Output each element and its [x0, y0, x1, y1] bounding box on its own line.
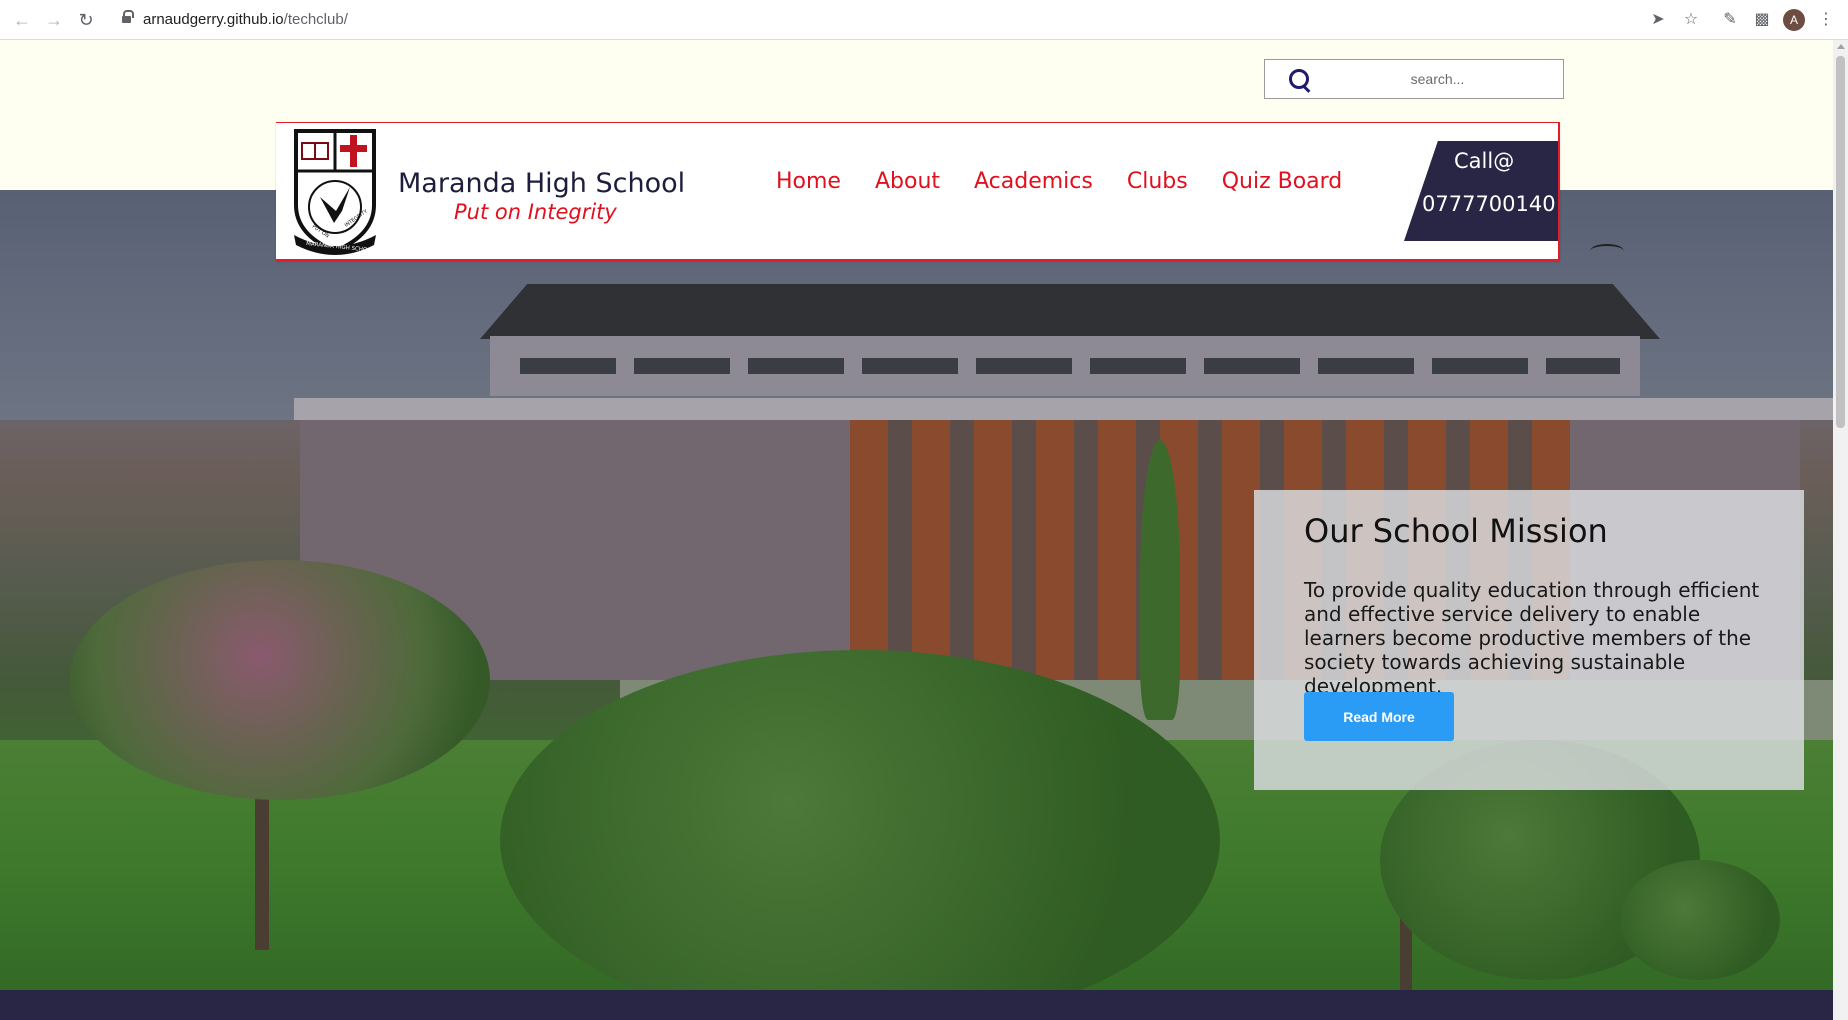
main-nav: Home About Academics Clubs Quiz Board	[776, 169, 1376, 194]
footer-band	[0, 990, 1848, 1020]
nav-quiz-board[interactable]: Quiz Board	[1222, 169, 1343, 194]
bush	[500, 650, 1220, 1020]
mission-text: To provide quality education through eff…	[1304, 578, 1760, 698]
address-bar[interactable]: arnaudgerry.github.io/techclub/	[143, 11, 348, 28]
page-scrollbar[interactable]	[1833, 40, 1848, 1020]
nav-clubs[interactable]: Clubs	[1127, 169, 1188, 194]
building-roof	[480, 284, 1660, 339]
call-phone-number[interactable]: 0777700140	[1422, 192, 1556, 216]
school-name: Maranda High School	[398, 168, 686, 199]
extension-edit-icon[interactable]: ✎	[1720, 10, 1740, 30]
scroll-up-arrow-icon[interactable]	[1837, 44, 1845, 49]
search-box[interactable]	[1264, 59, 1564, 99]
avatar[interactable]: A	[1783, 9, 1805, 31]
flowering-tree	[70, 560, 490, 800]
browser-toolbar: ← → ↻ arnaudgerry.github.io/techclub/ ➤ …	[0, 0, 1848, 40]
read-more-button[interactable]: Read More	[1304, 692, 1454, 741]
scrollbar-thumb[interactable]	[1836, 56, 1845, 428]
building-slab	[294, 398, 1848, 420]
nav-academics[interactable]: Academics	[974, 169, 1093, 194]
mission-card: Our School Mission To provide quality ed…	[1254, 490, 1804, 790]
lock-icon[interactable]	[122, 10, 134, 25]
search-input[interactable]	[1325, 65, 1550, 93]
send-icon[interactable]: ➤	[1648, 10, 1668, 30]
bird-silhouette	[1590, 244, 1624, 258]
nav-home[interactable]: Home	[776, 169, 841, 194]
bush	[1620, 860, 1780, 980]
site-header: PUT ON INTEGRITY MARANDA HIGH SCHOOL Mar…	[276, 122, 1560, 261]
search-icon[interactable]	[1289, 69, 1311, 91]
school-crest-logo[interactable]: PUT ON INTEGRITY MARANDA HIGH SCHOOL	[290, 127, 380, 257]
kebab-menu-icon[interactable]: ⋮	[1816, 10, 1836, 30]
url-host: arnaudgerry.github.io	[143, 11, 284, 28]
nav-about[interactable]: About	[875, 169, 940, 194]
school-motto: Put on Integrity	[454, 200, 617, 224]
call-label: Call@	[1454, 149, 1515, 173]
reload-icon[interactable]: ↻	[76, 10, 96, 30]
poplar-tree	[1140, 440, 1180, 720]
puzzle-icon[interactable]: ▩	[1752, 10, 1772, 30]
mission-title: Our School Mission	[1304, 512, 1608, 550]
forward-arrow-icon[interactable]: →	[44, 10, 64, 30]
url-path: /techclub/	[283, 11, 348, 28]
building-windows	[520, 358, 1620, 374]
back-arrow-icon[interactable]: ←	[12, 10, 32, 30]
star-icon[interactable]: ☆	[1681, 10, 1701, 30]
page-viewport: PUT ON INTEGRITY MARANDA HIGH SCHOOL Mar…	[0, 40, 1848, 1020]
